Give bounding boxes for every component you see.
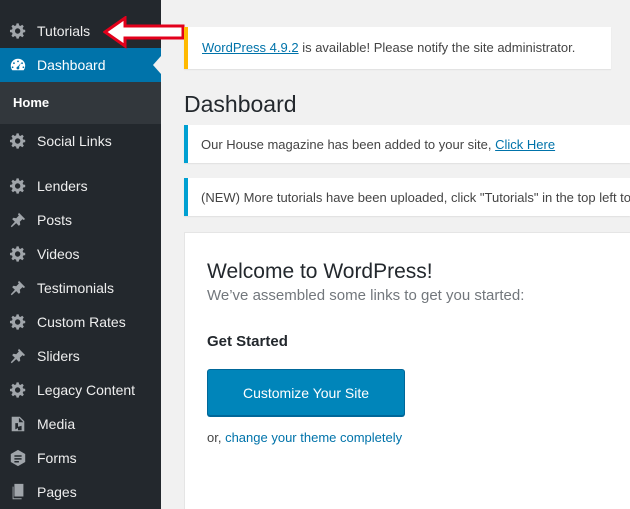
pin-icon — [8, 278, 28, 298]
gear-icon — [8, 176, 28, 196]
menu-item-testimonials[interactable]: Testimonials — [0, 271, 161, 305]
welcome-subtitle: We’ve assembled some links to get you st… — [207, 287, 525, 304]
magazine-notice: Our House magazine has been added to you… — [184, 125, 630, 163]
menu-item-videos[interactable]: Videos — [0, 237, 161, 271]
menu-item-custom-rates[interactable]: Custom Rates — [0, 305, 161, 339]
menu-item-pages[interactable]: Pages — [0, 475, 161, 509]
welcome-title: Welcome to WordPress! — [207, 260, 433, 283]
pin-icon — [8, 210, 28, 230]
get-started-heading: Get Started — [207, 333, 288, 350]
menu-item-sliders[interactable]: Sliders — [0, 339, 161, 373]
red-annotation-arrow-icon — [103, 16, 185, 49]
update-nag-text: is available! Please notify the site adm… — [298, 40, 576, 55]
dashboard-submenu: Home — [0, 82, 161, 124]
pin-icon — [8, 346, 28, 366]
welcome-panel: Welcome to WordPress! We’ve assembled so… — [184, 232, 630, 509]
menu-item-label: Pages — [37, 484, 77, 500]
notice-text: (NEW) More tutorials have been uploaded,… — [201, 190, 630, 205]
menu-item-label: Forms — [37, 450, 77, 466]
change-theme-link[interactable]: change your theme completely — [225, 430, 402, 445]
page-title: Dashboard — [184, 91, 297, 117]
menu-item-label: Posts — [37, 212, 73, 228]
menu-item-social-links[interactable]: Social Links — [0, 124, 161, 158]
gear-icon — [8, 21, 28, 41]
submenu-item-home[interactable]: Home — [13, 95, 49, 110]
dashboard-icon — [8, 55, 28, 75]
forms-icon — [8, 448, 28, 468]
media-icon — [8, 414, 28, 434]
gear-icon — [8, 131, 28, 151]
menu-item-forms[interactable]: Forms — [0, 441, 161, 475]
menu-item-label: Sliders — [37, 348, 80, 364]
update-nag-notice: WordPress 4.9.2 is available! Please not… — [184, 27, 611, 69]
gear-icon — [8, 244, 28, 264]
menu-item-label: Custom Rates — [37, 314, 126, 330]
admin-sidebar: Tutorials Dashboard Home Social Links Le… — [0, 0, 161, 509]
wordpress-version-link[interactable]: WordPress 4.9.2 — [202, 40, 299, 55]
pages-icon — [8, 482, 28, 502]
menu-item-label: Dashboard — [37, 57, 106, 73]
menu-item-label: Videos — [37, 246, 80, 262]
customize-your-site-button[interactable]: Customize Your Site — [207, 369, 405, 416]
menu-item-label: Legacy Content — [37, 382, 136, 398]
menu-item-label: Testimonials — [37, 280, 115, 296]
or-text: or, — [207, 430, 226, 445]
active-indicator-arrow — [153, 56, 161, 74]
menu-item-legacy-content[interactable]: Legacy Content — [0, 373, 161, 407]
menu-item-label: Social Links — [37, 133, 112, 149]
gear-icon — [8, 380, 28, 400]
menu-item-posts[interactable]: Posts — [0, 203, 161, 237]
menu-item-media[interactable]: Media — [0, 407, 161, 441]
click-here-link[interactable]: Click Here — [495, 137, 555, 152]
tutorials-notice: (NEW) More tutorials have been uploaded,… — [184, 178, 630, 216]
menu-item-dashboard[interactable]: Dashboard — [0, 48, 161, 82]
menu-item-lenders[interactable]: Lenders — [0, 169, 161, 203]
menu-item-label: Lenders — [37, 178, 88, 194]
change-theme-line: or, change your theme completely — [207, 430, 402, 445]
notice-text: Our House magazine has been added to you… — [201, 137, 496, 152]
gear-icon — [8, 312, 28, 332]
menu-item-label: Media — [37, 416, 76, 432]
menu-item-label: Tutorials — [37, 23, 91, 39]
